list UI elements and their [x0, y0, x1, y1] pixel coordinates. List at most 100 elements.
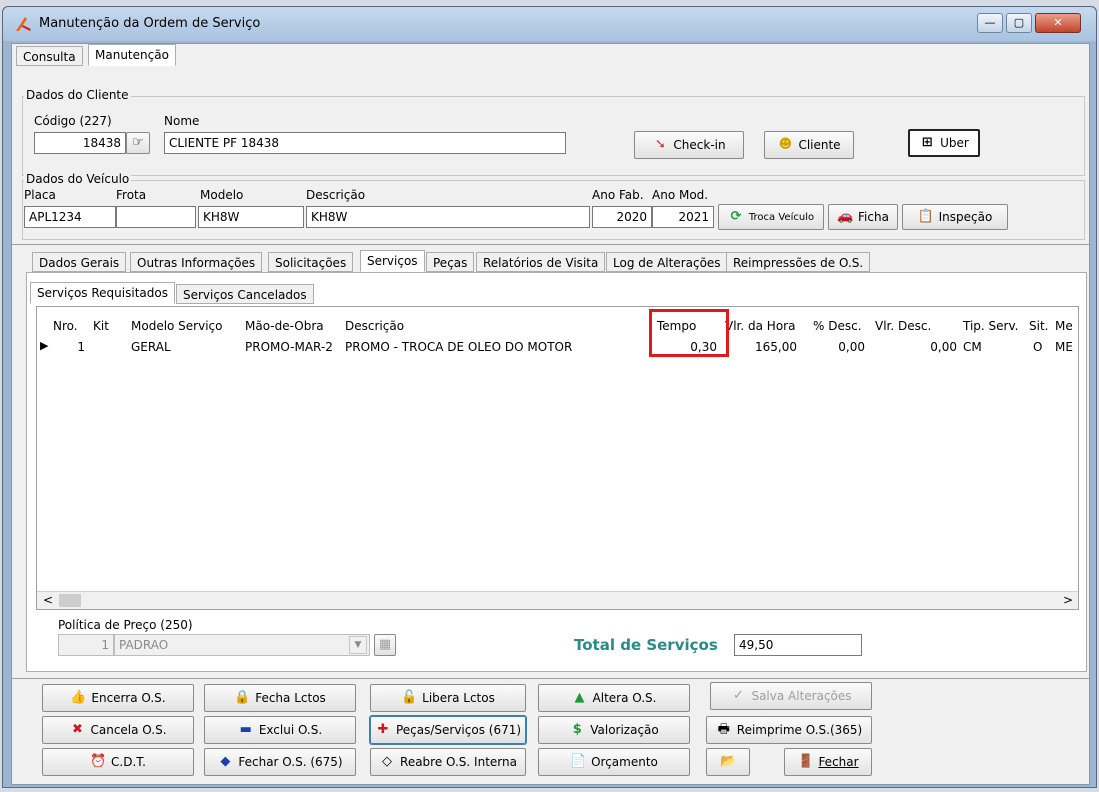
nome-field[interactable]: CLIENTE PF 18438	[164, 132, 566, 154]
inspecao-button[interactable]: 📋 Inspeção	[902, 204, 1008, 230]
libera-lctos-button[interactable]: 🔓 Libera Lctos	[370, 684, 526, 712]
checkin-button[interactable]: ➘ Check-in	[634, 131, 744, 159]
checkin-label: Check-in	[673, 138, 726, 152]
descricao-field[interactable]: KH8W	[306, 206, 590, 228]
maximize-button[interactable]: ▢	[1006, 13, 1032, 33]
tab-manutencao[interactable]: Manutenção	[88, 44, 176, 66]
cell-descricao: PROMO - TROCA DE OLEO DO MOTOR	[345, 340, 573, 354]
tab-pecas[interactable]: Peças	[426, 252, 475, 272]
fechar-button[interactable]: 🚪 Fechar	[784, 748, 872, 776]
cdt-label: C.D.T.	[111, 755, 146, 769]
row-pointer-icon: ▶	[40, 339, 49, 352]
fecha-lctos-label: Fecha Lctos	[255, 691, 326, 705]
altera-os-button[interactable]: ▲ Altera O.S.	[538, 684, 690, 712]
altera-label: Altera O.S.	[592, 691, 657, 705]
close-button[interactable]: ✕	[1035, 13, 1081, 33]
document-icon: 📄	[570, 754, 587, 769]
col-header-nro[interactable]: Nro.	[53, 319, 78, 333]
tab-dados-gerais[interactable]: Dados Gerais	[32, 252, 127, 272]
tab-servicos[interactable]: Serviços	[360, 250, 425, 272]
col-header-modelo-servico[interactable]: Modelo Serviço	[131, 319, 223, 333]
fecha-lctos-button[interactable]: 🔒 Fecha Lctos	[204, 684, 356, 712]
app-logo-icon	[13, 13, 33, 33]
tab-relatorios-visita[interactable]: Relatórios de Visita	[476, 252, 606, 272]
window-client: Consulta Manutenção Dados do Cliente Cód…	[11, 43, 1090, 785]
fechar-os-button[interactable]: ◆ Fechar O.S. (675)	[204, 748, 356, 776]
car-plus-icon: ⊞	[921, 135, 933, 150]
anomod-field[interactable]: 2021	[652, 206, 714, 228]
tab-outras-informacoes[interactable]: Outras Informações	[130, 252, 263, 272]
tab-reimpressoes[interactable]: Reimpressões de O.S.	[726, 252, 871, 272]
valorizacao-label: Valorização	[590, 723, 659, 737]
minimize-button[interactable]: —	[977, 13, 1003, 33]
scroll-thumb[interactable]	[59, 594, 81, 607]
libera-lctos-label: Libera Lctos	[422, 691, 495, 705]
col-header-me[interactable]: Me	[1055, 319, 1073, 333]
col-header-tip-serv[interactable]: Tip. Serv.	[963, 319, 1018, 333]
cliente-button[interactable]: ☻ Cliente	[764, 131, 854, 159]
alarm-clock-icon: ⏰	[90, 754, 107, 769]
client-lookup-button[interactable]: ☞	[126, 132, 150, 154]
open-folder-button[interactable]: 📂	[706, 748, 750, 776]
anofab-field[interactable]: 2020	[592, 206, 652, 228]
politica-select[interactable]: PADRAO ▼	[114, 634, 370, 656]
reabre-os-button[interactable]: ◇ Reabre O.S. Interna	[370, 748, 526, 776]
codigo-field[interactable]: 18438	[34, 132, 126, 154]
scroll-left-icon[interactable]: <	[43, 593, 53, 607]
main-window: Manutenção da Ordem de Serviço — ▢ ✕ Con…	[2, 6, 1097, 788]
salva-label: Salva Alterações	[751, 689, 852, 703]
codigo-label: Código (227)	[34, 114, 112, 128]
salva-alteracoes-button[interactable]: ✓ Salva Alterações	[710, 682, 872, 710]
cell-sit: O	[1033, 340, 1043, 354]
cell-vlr-desc: 0,00	[930, 340, 957, 354]
col-header-mao-de-obra[interactable]: Mão-de-Obra	[245, 319, 324, 333]
cdt-button[interactable]: ⏰ C.D.T.	[42, 748, 194, 776]
reimprime-os-button[interactable]: 🖶 Reimprime O.S.(365)	[706, 716, 872, 744]
services-grid[interactable]: Nro. Kit Modelo Serviço Mão-de-Obra Desc…	[36, 306, 1079, 610]
politica-label: Política de Preço (250)	[58, 618, 193, 632]
encerra-os-button[interactable]: 👍 Encerra O.S.	[42, 684, 194, 712]
inspecao-label: Inspeção	[938, 210, 993, 224]
col-header-vlr-hora[interactable]: Vlr. da Hora	[725, 319, 795, 333]
modelo-field[interactable]: KH8W	[198, 206, 304, 228]
exclui-os-button[interactable]: ▬ Exclui O.S.	[204, 716, 356, 744]
scroll-right-icon[interactable]: >	[1063, 593, 1073, 607]
valorizacao-button[interactable]: $ Valorização	[538, 716, 690, 744]
uber-button[interactable]: ⊞ Uber	[908, 129, 980, 157]
col-header-sit[interactable]: Sit.	[1029, 319, 1048, 333]
descricao-label: Descrição	[306, 188, 366, 202]
col-header-kit[interactable]: Kit	[93, 319, 109, 333]
tab-log-alteracoes[interactable]: Log de Alterações	[606, 252, 728, 272]
chevron-down-icon[interactable]: ▼	[349, 636, 367, 654]
exit-door-icon: 🚪	[797, 754, 814, 769]
encerra-label: Encerra O.S.	[91, 691, 166, 705]
col-header-pct-desc[interactable]: % Desc.	[813, 319, 862, 333]
pecas-label: Peças/Serviços (671)	[395, 723, 522, 737]
red-plus-icon: ✚	[377, 722, 389, 737]
tab-consulta[interactable]: Consulta	[16, 46, 83, 66]
horizontal-scrollbar[interactable]: < >	[37, 591, 1078, 609]
orcamento-label: Orçamento	[591, 755, 658, 769]
tab-servicos-cancelados[interactable]: Serviços Cancelados	[176, 284, 314, 304]
orcamento-button[interactable]: 📄 Orçamento	[538, 748, 690, 776]
calculator-button[interactable]: ▦	[374, 634, 396, 656]
window-title: Manutenção da Ordem de Serviço	[39, 16, 261, 31]
pecas-servicos-button[interactable]: ✚ Peças/Serviços (671)	[369, 715, 527, 745]
placa-field[interactable]: APL1234	[24, 206, 116, 228]
frota-field[interactable]	[116, 206, 196, 228]
person-icon: ☻	[778, 137, 793, 152]
ficha-button[interactable]: 🚗 Ficha	[828, 204, 898, 230]
col-header-vlr-desc[interactable]: Vlr. Desc.	[875, 319, 931, 333]
tab-solicitacoes[interactable]: Solicitações	[268, 252, 354, 272]
cancela-os-button[interactable]: ✖ Cancela O.S.	[42, 716, 194, 744]
cell-nro: 1	[77, 340, 85, 354]
cell-modelo: GERAL	[131, 340, 171, 354]
col-header-descricao[interactable]: Descrição	[345, 319, 404, 333]
cell-me: ME	[1055, 340, 1073, 354]
unlock-icon: 🔓	[401, 690, 418, 705]
tab-servicos-requisitados[interactable]: Serviços Requisitados	[30, 282, 175, 304]
table-row[interactable]: ▶ 1 GERAL PROMO-MAR-2 PROMO - TROCA DE O…	[37, 337, 1078, 357]
swap-arrows-icon: ⟳	[730, 209, 742, 224]
cell-pct-desc: 0,00	[838, 340, 865, 354]
troca-veiculo-button[interactable]: ⟳ Troca Veículo	[718, 204, 824, 230]
